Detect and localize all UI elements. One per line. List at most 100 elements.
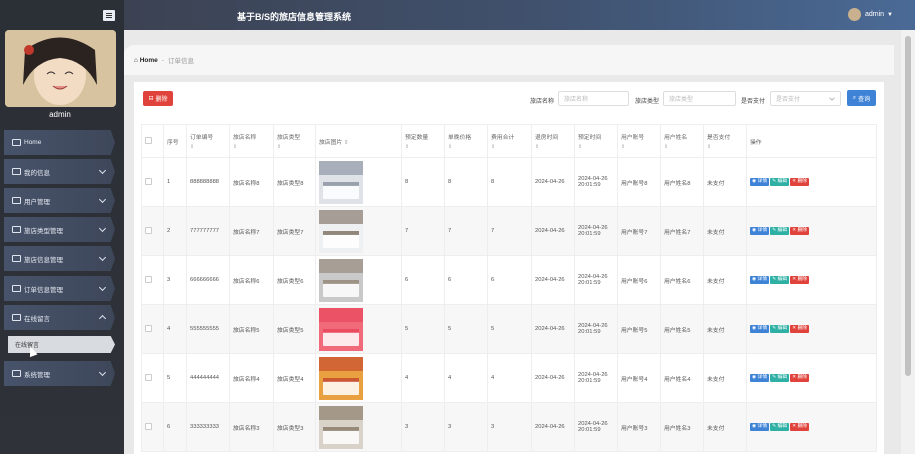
cell-hotel-type: 旅店类型3 xyxy=(273,402,316,452)
sidebar-item-system[interactable]: 系统管理 xyxy=(4,361,115,386)
table-row: 3 666666666 旅店名称6 旅店类型6 6 6 6 2024-04-26… xyxy=(141,255,877,305)
detail-button[interactable]: ◉ 详情 xyxy=(750,276,770,284)
detail-button[interactable]: ◉ 详情 xyxy=(750,227,770,235)
checkbox[interactable] xyxy=(145,177,152,185)
scrollbar-thumb[interactable] xyxy=(905,36,911,376)
sidebar-subitem-messages[interactable]: 在线留言 xyxy=(8,336,115,353)
checkbox[interactable] xyxy=(145,136,152,144)
col-header[interactable]: 预定时间 ⇕ xyxy=(574,124,618,158)
row-select-cell[interactable] xyxy=(141,255,164,305)
sidebar-item-label: 订单信息管理 xyxy=(24,286,63,294)
sort-icon: ⇕ xyxy=(405,144,410,150)
row-select-cell[interactable] xyxy=(141,402,164,452)
row-select-cell[interactable] xyxy=(141,353,164,403)
col-header[interactable]: 单晚价格 ⇕ xyxy=(444,124,488,158)
cell-hotel-type: 旅店类型7 xyxy=(273,206,316,256)
cell-account: 用户账号4 xyxy=(617,353,661,403)
row-delete-button[interactable]: ✕ 删除 xyxy=(790,374,810,382)
row-select-cell[interactable] xyxy=(141,206,164,256)
box-icon xyxy=(12,255,21,262)
row-delete-button[interactable]: ✕ 删除 xyxy=(790,276,810,284)
detail-button[interactable]: ◉ 详情 xyxy=(750,423,770,431)
cell-username: 用户姓名5 xyxy=(660,304,704,354)
hotel-photo[interactable] xyxy=(319,209,363,253)
edit-button[interactable]: ✎ 编辑 xyxy=(770,423,790,431)
checkbox[interactable] xyxy=(145,373,152,381)
checkbox[interactable] xyxy=(145,422,152,430)
search-button[interactable]: ⌕ 查询 xyxy=(847,90,876,106)
sidebar-item-label: 在线留言 xyxy=(24,315,50,323)
sidebar-item-hotels[interactable]: 旅店信息管理 xyxy=(4,246,115,271)
menu-toggle-icon[interactable] xyxy=(103,10,115,21)
page-scrollbar[interactable] xyxy=(901,30,915,454)
sort-icon: ⇕ xyxy=(578,144,583,150)
edit-button[interactable]: ✎ 编辑 xyxy=(770,325,790,333)
detail-button[interactable]: ◉ 详情 xyxy=(750,325,770,333)
col-header[interactable]: 退房时间 ⇕ xyxy=(531,124,575,158)
row-select-cell[interactable] xyxy=(141,304,164,354)
hotel-photo[interactable] xyxy=(319,405,363,449)
breadcrumb-home[interactable]: ⌂ Home xyxy=(134,57,158,64)
sidebar-item-messages[interactable]: 在线留言 xyxy=(4,305,115,330)
sort-icon: ⇕ xyxy=(664,144,669,150)
cell-account: 用户账号8 xyxy=(617,157,661,207)
settings-icon xyxy=(12,370,21,377)
doc-icon xyxy=(12,285,21,292)
sidebar-item-users[interactable]: 用户管理 xyxy=(4,188,115,213)
hotel-photo[interactable] xyxy=(319,258,363,302)
delete-button[interactable]: ⊟ 删除 xyxy=(143,91,173,106)
cell-qty: 6 xyxy=(401,255,445,305)
sidebar-item-label: 系统管理 xyxy=(24,371,50,379)
caret-down-icon: ▼ xyxy=(887,11,893,18)
col-header[interactable]: 订单编号 ⇕ xyxy=(186,124,230,158)
col-header[interactable]: 是否支付 ⇕ xyxy=(703,124,747,158)
edit-button[interactable]: ✎ 编辑 xyxy=(770,178,790,186)
row-select-cell[interactable] xyxy=(141,157,164,207)
hotel-type-input[interactable]: 旅店类型 xyxy=(663,91,736,106)
cell-checkout: 2024-04-26 xyxy=(531,206,575,256)
cell-price: 6 xyxy=(444,255,488,305)
hotel-type-label: 旅店类型 xyxy=(635,99,660,105)
cell-account: 用户账号5 xyxy=(617,304,661,354)
col-header[interactable]: 预定数量 ⇕ xyxy=(401,124,445,158)
breadcrumb-current: 订单信息 xyxy=(167,58,194,65)
row-delete-button[interactable]: ✕ 删除 xyxy=(790,325,810,333)
cell-hotel-type: 旅店类型4 xyxy=(273,353,316,403)
row-delete-button[interactable]: ✕ 删除 xyxy=(790,423,810,431)
cell-qty: 8 xyxy=(401,157,445,207)
col-header[interactable]: 用户账号 ⇕ xyxy=(617,124,661,158)
sidebar-item-hotel-types[interactable]: 旅店类型管理 xyxy=(4,217,115,242)
hotel-photo[interactable] xyxy=(319,356,363,400)
col-header[interactable]: 费用合计 ⇕ xyxy=(487,124,532,158)
sidebar-item-orders[interactable]: 订单信息管理 xyxy=(4,276,115,301)
col-header[interactable]: 旅店类型 ⇕ xyxy=(273,124,316,158)
edit-button[interactable]: ✎ 编辑 xyxy=(770,374,790,382)
checkbox[interactable] xyxy=(145,324,152,332)
order-table: 序号 订单编号 ⇕ 旅店名称 ⇕ 旅店类型 ⇕ 旅店图片 ⇕ 预定数量 ⇕ 单晚价格 ⇕ … xyxy=(141,124,877,452)
sidebar-item-home[interactable]: Home xyxy=(4,130,115,155)
hotel-photo[interactable] xyxy=(319,160,363,204)
cell-total: 3 xyxy=(487,402,532,452)
col-header[interactable]: 用户姓名 ⇕ xyxy=(660,124,704,158)
table-header-row: 序号 订单编号 ⇕ 旅店名称 ⇕ 旅店类型 ⇕ 旅店图片 ⇕ 预定数量 ⇕ 单晚价格 ⇕ … xyxy=(141,124,877,158)
row-delete-button[interactable]: ✕ 删除 xyxy=(790,178,810,186)
col-header[interactable]: 旅店图片 ⇕ xyxy=(315,124,402,158)
edit-button[interactable]: ✎ 编辑 xyxy=(770,276,790,284)
sidebar-item-my-info[interactable]: 我的信息 xyxy=(4,159,115,184)
checkbox[interactable] xyxy=(145,226,152,234)
col-header[interactable]: 旅店名称 ⇕ xyxy=(229,124,274,158)
cell-booked: 2024-04-26 20:01:59 xyxy=(574,402,618,452)
paid-select[interactable]: 是否支付 xyxy=(770,91,841,106)
row-delete-button[interactable]: ✕ 删除 xyxy=(790,227,810,235)
checkbox[interactable] xyxy=(145,275,152,283)
cell-username: 用户姓名7 xyxy=(660,206,704,256)
edit-button[interactable]: ✎ 编辑 xyxy=(770,227,790,235)
hotel-photo[interactable] xyxy=(319,307,363,351)
detail-button[interactable]: ◉ 详情 xyxy=(750,374,770,382)
cell-no: 3 xyxy=(163,255,187,305)
select-all-cell[interactable] xyxy=(141,124,164,158)
detail-button[interactable]: ◉ 详情 xyxy=(750,178,770,186)
hotel-name-input[interactable]: 旅店名称 xyxy=(558,91,629,106)
cell-price: 3 xyxy=(444,402,488,452)
user-menu[interactable]: admin ▼ xyxy=(847,8,893,21)
